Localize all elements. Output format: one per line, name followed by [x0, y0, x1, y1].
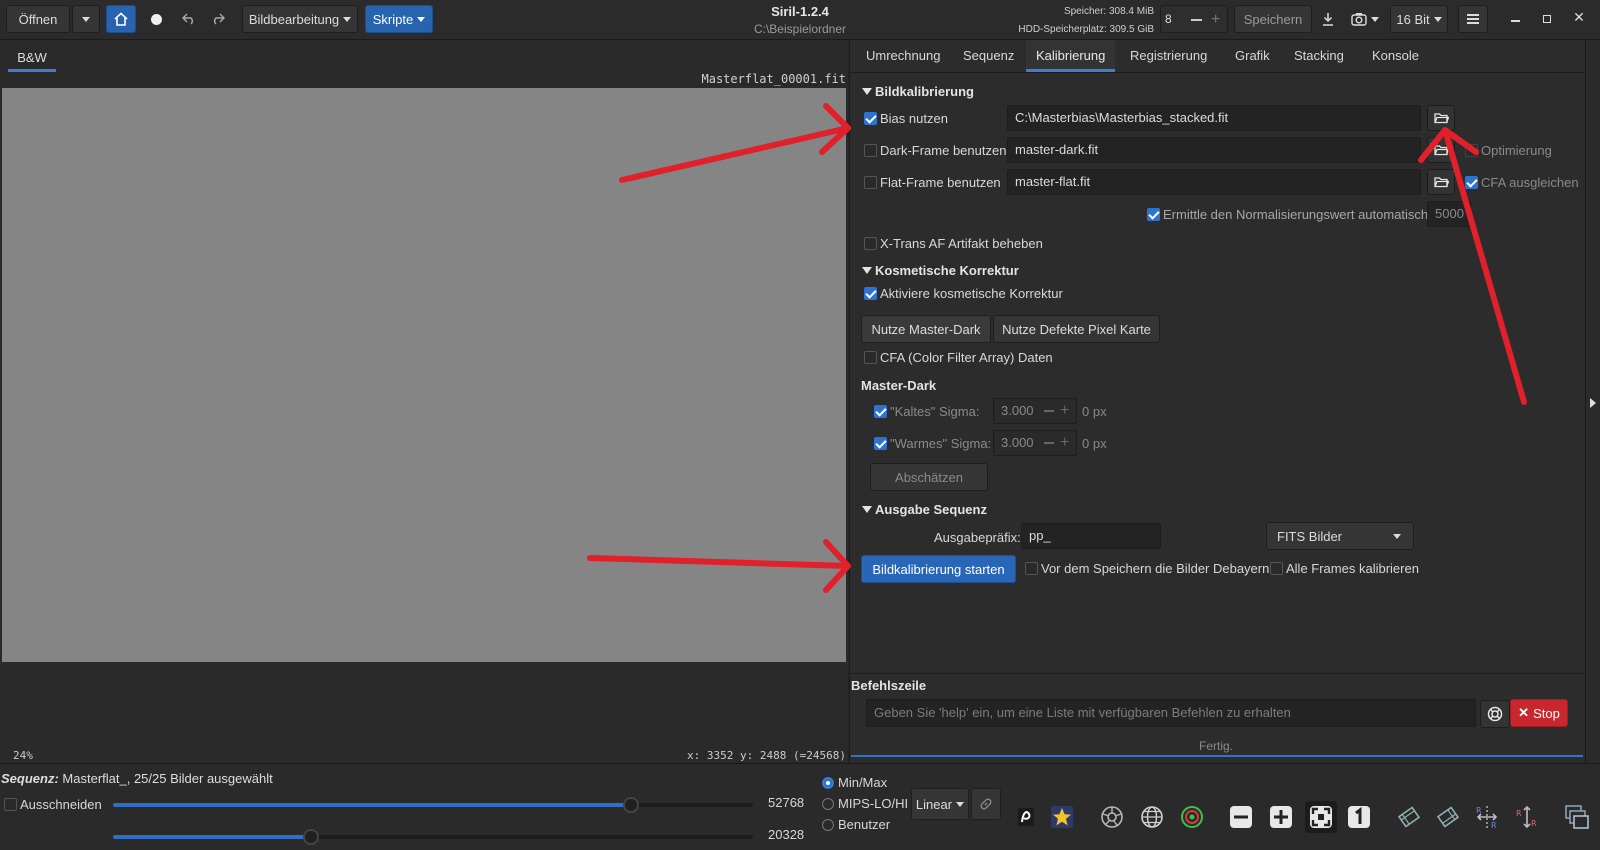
low-slider-fill [113, 835, 312, 839]
low-slider[interactable] [113, 829, 753, 845]
link-channels-button[interactable] [971, 788, 1001, 820]
mirror-vertical-icon: RR [1516, 805, 1537, 829]
zoom-out-button[interactable] [1227, 803, 1255, 831]
histogram-auto-icon [1018, 808, 1034, 826]
aperture-icon [1101, 806, 1123, 828]
high-value: 52768 [768, 795, 805, 810]
chevron-down-icon [956, 801, 965, 807]
photometry-button[interactable] [1178, 803, 1206, 831]
star-icon [1051, 806, 1073, 828]
one-to-one-icon [1348, 806, 1370, 828]
windows-stack-icon [1565, 805, 1589, 829]
crop-checkbox[interactable] [4, 798, 17, 811]
chromatic-button[interactable] [1098, 803, 1126, 831]
zoom-in-icon [1270, 806, 1292, 828]
link-icon [980, 798, 992, 810]
zoom-out-icon [1230, 806, 1252, 828]
radio-minmax[interactable] [822, 777, 834, 789]
svg-text:R: R [1491, 821, 1497, 830]
annotation-arrows [587, 103, 1527, 593]
fit-icon [1310, 806, 1332, 828]
radio-mips[interactable] [822, 798, 834, 810]
mirror-horizontal-icon: RR [1476, 806, 1498, 830]
rotate-left-button[interactable] [1395, 803, 1423, 831]
radio-minmax-label: Min/Max [838, 775, 888, 790]
annotation-arrow-browse [1418, 127, 1527, 405]
radio-mips-label: MIPS-LO/HI [838, 796, 909, 811]
rotate-cw-icon [1436, 806, 1460, 828]
false-color-button[interactable] [1048, 803, 1076, 831]
target-icon [1181, 806, 1203, 828]
svg-text:R: R [1531, 819, 1537, 828]
high-slider-fill [113, 803, 632, 807]
svg-text:R: R [1476, 806, 1482, 815]
svg-text:R: R [1516, 809, 1522, 818]
rotate-right-button[interactable] [1434, 803, 1462, 831]
mirror-y-button[interactable]: RR [1513, 803, 1541, 831]
radio-user[interactable] [822, 819, 834, 831]
sequence-info: Sequenz: Masterflat_, 25/25 Bilder ausge… [1, 771, 273, 786]
low-slider-knob[interactable] [303, 829, 320, 845]
stretch-dropdown[interactable]: Linear [911, 788, 969, 820]
annotation-arrow-start [587, 539, 851, 593]
zoom-in-button[interactable] [1267, 803, 1295, 831]
crop-label: Ausschneiden [20, 797, 102, 812]
mirror-x-button[interactable]: RR [1473, 803, 1501, 831]
autostretch-button[interactable] [1012, 803, 1040, 831]
zoom-fit-button[interactable] [1305, 801, 1337, 833]
annotation-arrow-bias [619, 103, 851, 183]
rotate-ccw-icon [1397, 806, 1421, 828]
globe-icon [1141, 806, 1163, 828]
windows-button[interactable] [1563, 803, 1591, 831]
astrometry-button[interactable] [1138, 803, 1166, 831]
high-slider[interactable] [113, 797, 753, 813]
high-slider-knob[interactable] [623, 797, 640, 813]
radio-user-label: Benutzer [838, 817, 891, 832]
low-value: 20328 [768, 827, 805, 842]
zoom-100-button[interactable] [1345, 803, 1373, 831]
